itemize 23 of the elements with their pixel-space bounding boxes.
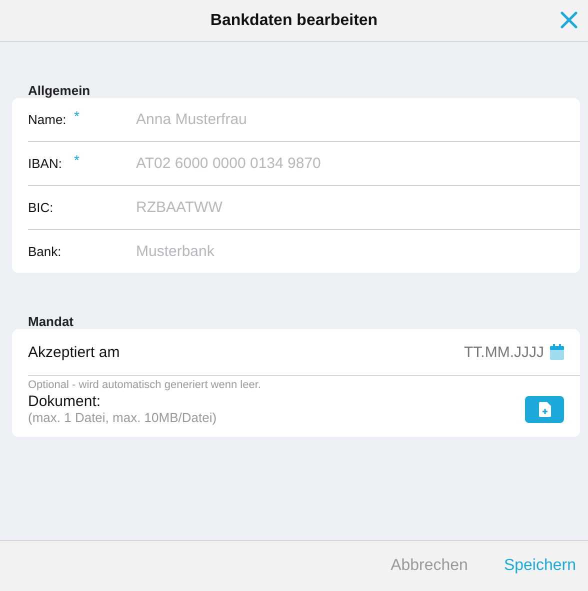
save-button[interactable]: Speichern xyxy=(496,551,584,581)
section-title: Mandat xyxy=(28,314,74,329)
hint-text: Optional - wird automatisch generiert wenn leer. xyxy=(28,379,262,391)
input-field[interactable]: Musterbank xyxy=(136,243,580,260)
field-label: Dokument: xyxy=(28,393,102,410)
note-text: (max. 1 Datei, max. 10MB/Datei) xyxy=(28,410,218,425)
add-file-icon xyxy=(538,402,550,416)
field-label: Bank: xyxy=(28,244,62,259)
input-field[interactable]: Anna Musterfrau xyxy=(136,111,580,128)
dialog-title: Bankdaten bearbeiten xyxy=(210,12,378,30)
upload-button[interactable] xyxy=(525,396,564,422)
field-label: IBAN: xyxy=(28,156,63,171)
calendar-icon[interactable] xyxy=(550,344,564,360)
close-button[interactable] xyxy=(560,11,578,29)
required-mark: * xyxy=(74,108,80,124)
section-title: Allgemein xyxy=(28,83,92,98)
field-label: Name: xyxy=(28,112,68,127)
input-field[interactable]: AT02 6000 0000 0134 9870 xyxy=(136,155,580,172)
required-mark: * xyxy=(74,152,80,168)
field-label: BIC: xyxy=(28,200,54,215)
field-label: Akzeptiert am xyxy=(28,344,121,360)
input-field[interactable]: RZBAATWW xyxy=(136,199,580,216)
cancel-button[interactable]: Abbrechen xyxy=(382,551,476,581)
